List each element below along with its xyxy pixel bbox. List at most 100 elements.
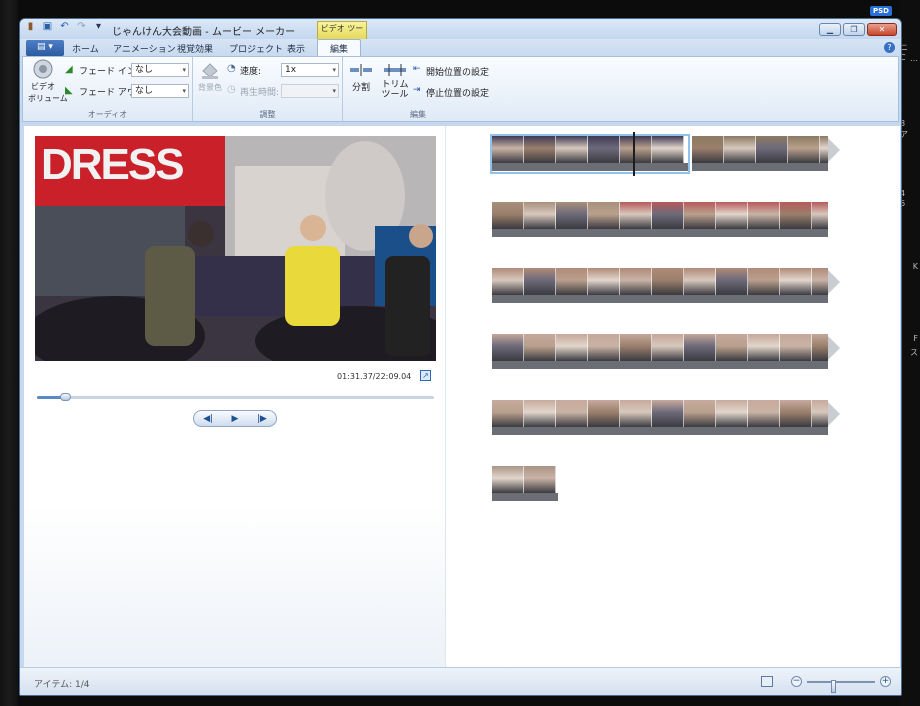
app-menu-button[interactable]: ▤ ▾: [26, 40, 64, 56]
clip-thumbnail: [652, 334, 684, 361]
zoom-out-icon[interactable]: −: [791, 676, 802, 687]
storyboard: [452, 126, 900, 667]
fade-in-label: フェード イン:: [79, 67, 139, 77]
clip-thumbnail: [524, 268, 556, 295]
clip-thumbnail: [524, 202, 556, 229]
storyboard-view-icon[interactable]: [761, 676, 773, 687]
seek-bar-handle[interactable]: [59, 393, 71, 401]
chevron-down-icon: ▾: [332, 66, 336, 74]
main-content: DRESS 01:31.37/22:09.04 ↗ ◀| ▶ |▶: [24, 126, 900, 667]
close-button[interactable]: ✕: [867, 23, 897, 36]
help-icon[interactable]: ?: [884, 42, 895, 53]
clip-thumbnail: [820, 136, 828, 163]
clip-thumbnail: [620, 136, 652, 163]
fade-in-value: なし: [135, 65, 154, 75]
timeline-clip[interactable]: [492, 400, 828, 436]
clip-audio-bar: [492, 163, 688, 171]
clip-thumbnail: [716, 202, 748, 229]
paint-bucket-icon: [202, 63, 218, 79]
clip-thumbnail: [588, 136, 620, 163]
tab-home[interactable]: ホーム: [72, 42, 99, 55]
clip-thumbnail: [620, 268, 652, 295]
clip-thumbnail: [748, 334, 780, 361]
seek-bar[interactable]: [37, 393, 434, 401]
clip-thumbnail: [716, 400, 748, 427]
chevron-down-icon: ▾: [332, 87, 336, 95]
duration-label: 再生時間:: [240, 88, 280, 98]
restore-button[interactable]: ❐: [843, 23, 865, 36]
clip-thumbnail: [492, 334, 524, 361]
clip-thumbnail: [780, 334, 812, 361]
clip-audio-bar: [492, 427, 828, 435]
fade-in-dropdown[interactable]: なし ▾: [131, 63, 189, 77]
clip-thumbnail: [492, 400, 524, 427]
timeline-clip[interactable]: [492, 334, 828, 370]
clip-thumbnail: [556, 136, 588, 163]
tab-view[interactable]: 表示: [287, 42, 305, 55]
clip-thumbnail: [692, 136, 724, 163]
title-bar: ▮ ▣ ↶ ↷ ▾ じゃんけん大会動画 - ムービー メーカー ビデオ ツール …: [20, 19, 901, 47]
set-end-button[interactable]: 停止位置の設定: [426, 86, 489, 99]
clip-audio-bar: [492, 229, 620, 237]
redo-icon[interactable]: ↷: [75, 21, 88, 35]
split-icon: [350, 64, 372, 76]
clip-thumbnail: [620, 400, 652, 427]
tab-project[interactable]: プロジェクト: [229, 42, 283, 55]
adjust-group: 背景色 ◔ 速度: 1x ▾ ◷ 再生時間: ▾ 調整: [193, 57, 343, 121]
video-volume-label-2: ボリューム: [28, 94, 68, 103]
tab-visual-effects[interactable]: 視覚効果: [177, 42, 213, 55]
clip-thumbnail: [748, 202, 780, 229]
speed-icon: ◔: [227, 63, 236, 74]
transport-controls: ◀| ▶ |▶: [193, 410, 277, 427]
timeline-clip[interactable]: [620, 202, 828, 238]
clip-thumbnail: [652, 400, 684, 427]
clip-thumbnail: [524, 334, 556, 361]
timeline-clip[interactable]: [490, 134, 690, 174]
clip-thumbnail: [492, 136, 524, 163]
fade-out-dropdown[interactable]: なし ▾: [131, 84, 189, 98]
clip-thumbnail: [684, 202, 716, 229]
save-icon[interactable]: ▣: [41, 21, 54, 35]
timeline-playhead[interactable]: [633, 132, 635, 176]
clip-thumbnail: [492, 466, 524, 493]
next-frame-icon[interactable]: |▶: [257, 414, 267, 424]
prev-frame-icon[interactable]: ◀|: [203, 414, 213, 424]
set-start-button[interactable]: 開始位置の設定: [426, 65, 489, 78]
undo-icon[interactable]: ↶: [58, 21, 71, 35]
timeline-clip[interactable]: [492, 466, 558, 502]
speed-dropdown[interactable]: 1x ▾: [281, 63, 339, 77]
fade-in-icon: ◢: [65, 64, 73, 75]
desktop-edge-text: K: [912, 262, 918, 271]
tab-edit[interactable]: 編集: [317, 39, 362, 57]
minimize-button[interactable]: ▁: [819, 23, 841, 36]
ribbon-tab-bar: ▤ ▾ ホーム アニメーション 視覚効果 プロジェクト 表示 編集 ?: [20, 39, 901, 57]
status-bar: アイテム: 1/4 − +: [20, 667, 901, 695]
clip-thumbnail: [812, 268, 828, 295]
fade-out-value: なし: [135, 86, 154, 96]
item-count: アイテム: 1/4: [34, 680, 90, 690]
clip-thumbnail: [684, 400, 716, 427]
clip-thumbnail: [652, 202, 684, 229]
clip-audio-bar: [492, 361, 828, 369]
zoom-in-icon[interactable]: +: [880, 676, 891, 687]
movie-maker-icon[interactable]: ▮: [24, 21, 37, 35]
tab-animation[interactable]: アニメーション: [113, 42, 176, 55]
adjust-group-label: 調整: [259, 110, 276, 119]
video-preview[interactable]: DRESS: [35, 136, 436, 361]
timeline-clip[interactable]: [492, 268, 828, 304]
clip-audio-bar: [620, 229, 828, 237]
timeline-clip[interactable]: [492, 202, 620, 238]
play-icon[interactable]: ▶: [232, 414, 239, 424]
timeline-clip[interactable]: [692, 136, 828, 172]
trim-tool-button[interactable]: トリム ツール: [379, 63, 411, 107]
clip-thumbnails: [492, 268, 828, 295]
desktop-left-strip: [0, 0, 18, 706]
qat-dropdown-icon[interactable]: ▾: [92, 21, 105, 35]
window-title: じゃんけん大会動画 - ムービー メーカー: [112, 27, 296, 38]
fullscreen-icon[interactable]: ↗: [420, 370, 431, 381]
zoom-slider[interactable]: − +: [791, 676, 891, 693]
split-button[interactable]: 分割: [347, 63, 375, 101]
clip-thumbnail: [780, 400, 812, 427]
zoom-handle[interactable]: [831, 680, 836, 693]
clip-thumbnail: [812, 334, 828, 361]
